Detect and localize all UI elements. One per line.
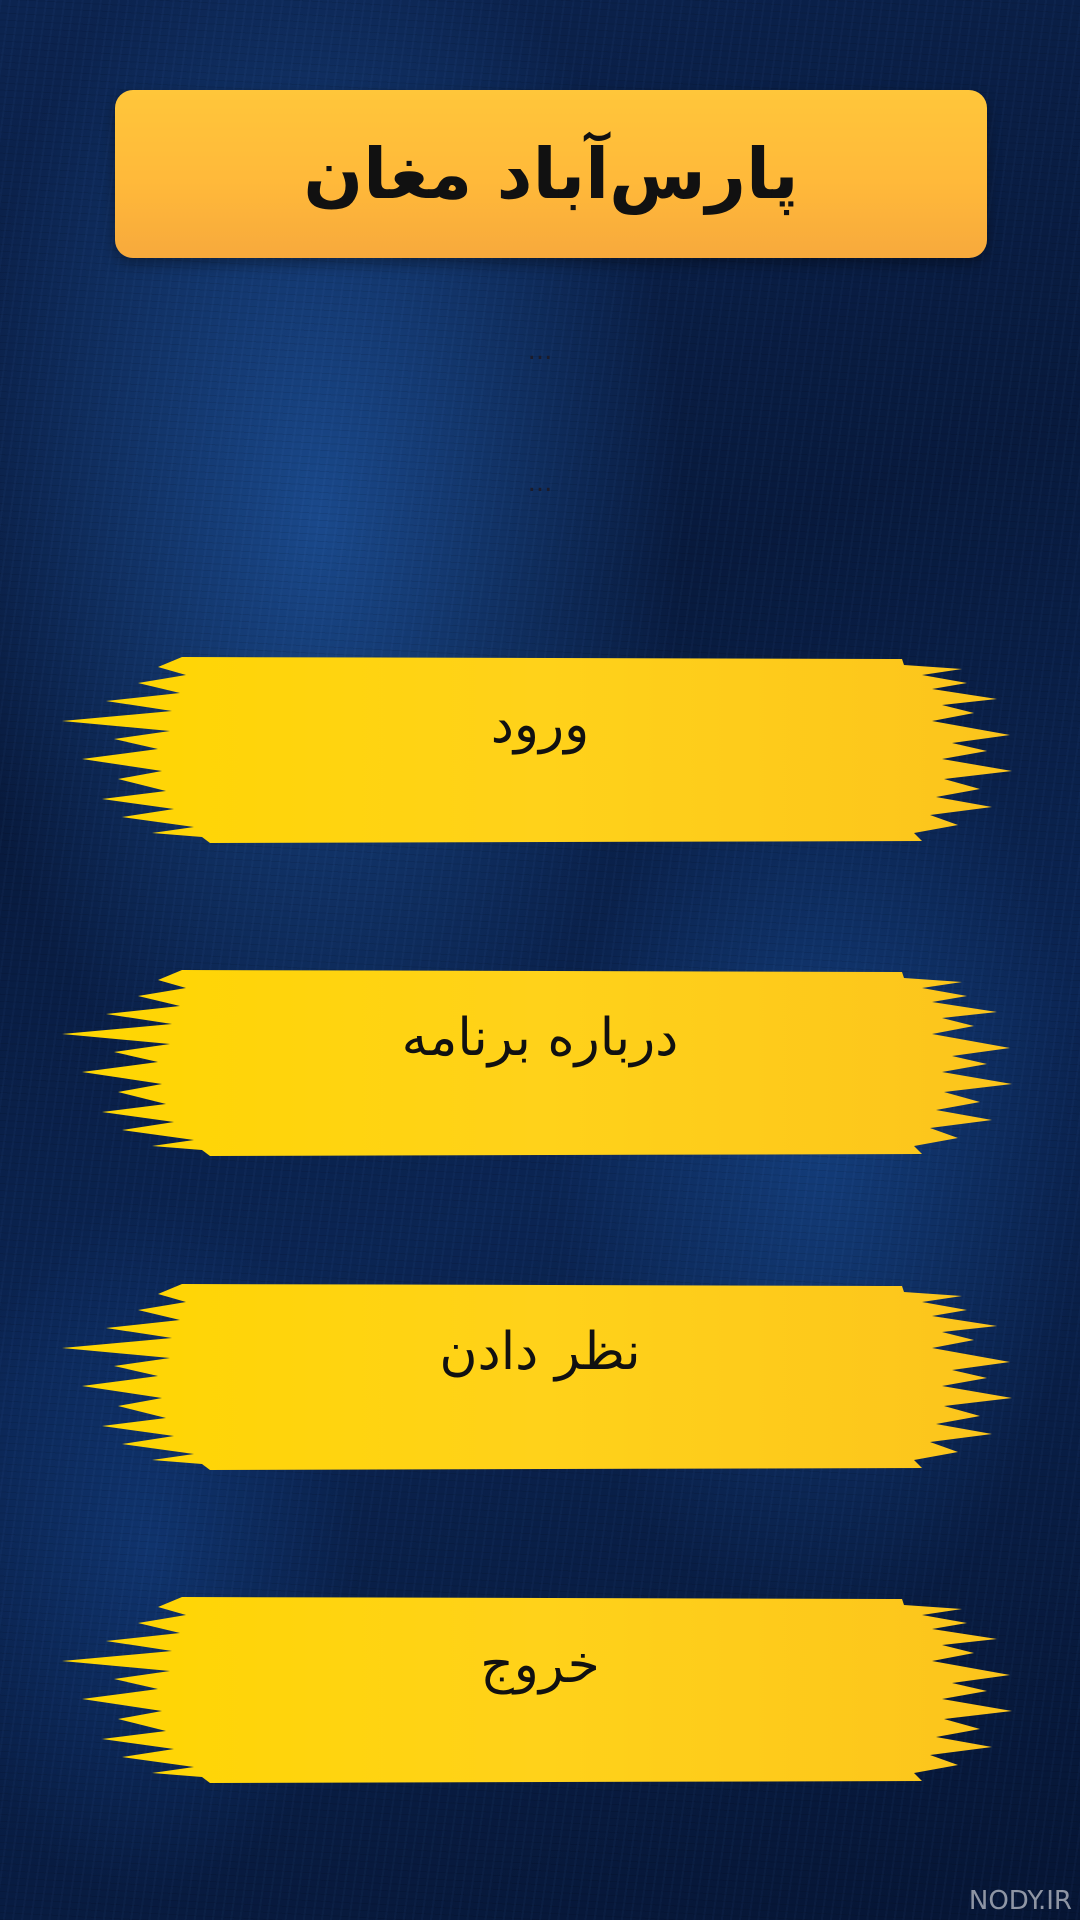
page-title: پارس‌آباد مغان [303, 133, 799, 215]
title-banner: پارس‌آباد مغان [115, 90, 987, 258]
placeholder-text-1: ... [527, 336, 553, 366]
exit-button[interactable]: خروج [62, 1595, 1018, 1785]
feedback-button[interactable]: نظر دادن [62, 1282, 1018, 1472]
app-screen: پارس‌آباد مغان ... ... ورود درباره برنام… [0, 0, 1080, 1920]
about-app-button[interactable]: درباره برنامه [62, 968, 1018, 1158]
exit-button-label: خروج [480, 1635, 600, 1695]
login-button[interactable]: ورود [62, 655, 1018, 845]
feedback-button-label: نظر دادن [439, 1322, 641, 1382]
about-app-button-label: درباره برنامه [401, 1008, 679, 1068]
placeholder-text-2: ... [527, 468, 553, 498]
login-button-label: ورود [490, 695, 590, 755]
watermark: NODY.IR [968, 1886, 1072, 1916]
